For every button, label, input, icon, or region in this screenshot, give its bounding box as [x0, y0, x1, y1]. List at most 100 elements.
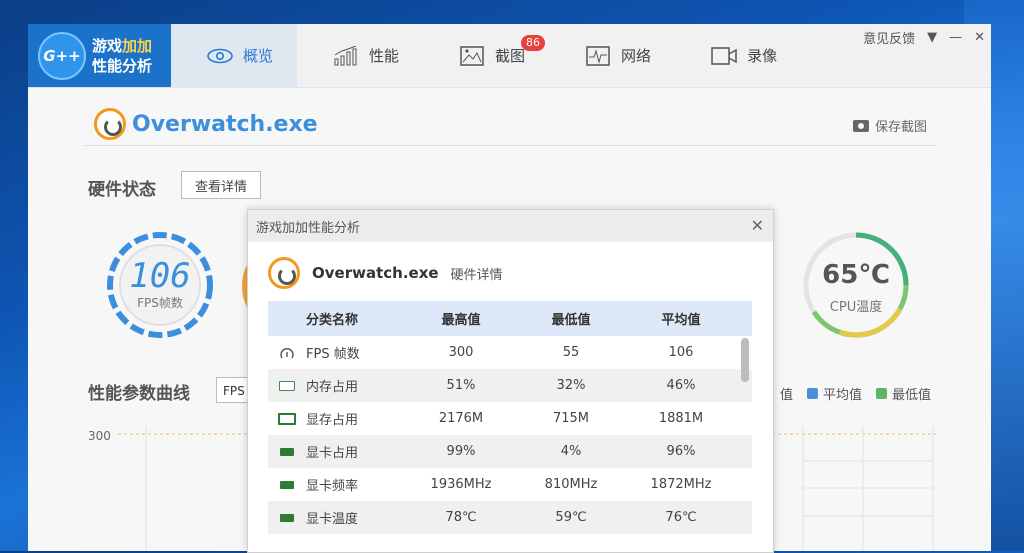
- row-avg: 96%: [666, 444, 696, 459]
- close-button[interactable]: ✕: [974, 30, 985, 45]
- tab-recording[interactable]: 录像: [675, 24, 801, 87]
- tab-label: 网络: [621, 47, 652, 65]
- hardware-status-title: 硬件状态: [88, 180, 156, 200]
- logo-text-line2: 性能分析: [92, 56, 153, 75]
- logo-text-line1-a: 游戏: [92, 36, 123, 55]
- memory-icon: [268, 380, 306, 391]
- logo-badge-icon: G++: [38, 31, 86, 80]
- table-row: 显卡频率 1936MHz 810MHz 1872MHz: [268, 468, 752, 501]
- minimize-button[interactable]: —: [949, 30, 962, 45]
- app-logo: G++ 游戏加加 性能分析: [28, 24, 171, 87]
- header-avg: 平均值: [661, 313, 701, 328]
- gpu-icon: [268, 513, 306, 522]
- tab-screenshots[interactable]: 截图 86: [423, 24, 549, 87]
- hardware-details-table: 分类名称 最高值 最低值 平均值 FPS 帧数 300 55 106 内存占用 …: [268, 301, 752, 534]
- row-category: 内存占用: [306, 380, 359, 395]
- logo-text: 游戏加加 性能分析: [92, 36, 152, 76]
- gpu-icon: [268, 447, 306, 456]
- window-controls: 意见反馈 ▼ — ✕: [851, 28, 985, 47]
- legend-avg-swatch: [807, 388, 819, 399]
- save-screenshot-button[interactable]: 保存截图: [852, 116, 927, 135]
- row-avg: 1881M: [658, 411, 704, 426]
- fps-value: 106: [129, 256, 191, 296]
- table-header: 分类名称 最高值 最低值 平均值: [268, 301, 752, 336]
- dialog-process-name: Overwatch.exe: [312, 264, 439, 282]
- bar-chart-icon: [333, 45, 359, 66]
- row-avg: 46%: [666, 378, 696, 393]
- row-category: 显卡频率: [306, 479, 359, 494]
- dialog-title-bar: 游戏加加性能分析 ✕: [248, 210, 773, 242]
- video-icon: [711, 46, 737, 66]
- legend-avg-label: 平均值: [823, 388, 863, 403]
- row-category: 显卡温度: [306, 512, 359, 527]
- row-max: 99%: [446, 444, 476, 459]
- dialog-close-button[interactable]: ✕: [751, 216, 764, 235]
- row-min: 32%: [556, 378, 586, 393]
- legend-partial-label: 值: [780, 388, 794, 403]
- header-category: 分类名称: [306, 313, 359, 328]
- legend-min-swatch: [876, 388, 888, 399]
- legend-min-label: 最低值: [892, 388, 932, 403]
- tab-performance[interactable]: 性能: [297, 24, 423, 87]
- view-details-button[interactable]: 查看详情: [181, 171, 261, 199]
- tab-network[interactable]: 网络: [549, 24, 675, 87]
- feedback-link[interactable]: 意见反馈: [863, 28, 915, 47]
- overwatch-logo-icon: [268, 257, 300, 289]
- logo-text-line1-b: 加加: [122, 36, 153, 55]
- save-screenshot-label: 保存截图: [874, 120, 927, 135]
- row-min: 4%: [560, 444, 582, 459]
- row-category: FPS 帧数: [306, 347, 360, 362]
- table-row: 显卡温度 78℃ 59℃ 76℃: [268, 501, 752, 534]
- row-max: 78℃: [445, 510, 477, 525]
- row-category: 显存占用: [306, 413, 359, 428]
- process-name: Overwatch.exe: [132, 111, 318, 137]
- cpu-temperature-label: CPU温度: [829, 300, 883, 315]
- dialog-subtitle: 硬件详情: [450, 267, 503, 283]
- row-min: 59℃: [555, 510, 587, 525]
- tab-label: 性能: [369, 47, 400, 65]
- table-row: 内存占用 51% 32% 46%: [268, 369, 752, 402]
- divider: [84, 145, 936, 146]
- row-category: 显卡占用: [306, 446, 359, 461]
- vram-icon: [268, 412, 306, 425]
- header-min: 最低值: [551, 313, 591, 328]
- table-row: 显卡占用 99% 4% 96%: [268, 435, 752, 468]
- cpu-temperature-value: 65℃: [822, 260, 890, 290]
- pulse-icon: [585, 45, 611, 66]
- row-min: 810MHz: [544, 477, 598, 492]
- screenshot-count-badge: 86: [521, 35, 546, 51]
- tab-label: 概览: [243, 47, 274, 65]
- row-min: 715M: [552, 411, 590, 426]
- menu-dropdown-icon[interactable]: ▼: [927, 30, 937, 45]
- chart-ytick-300: 300: [88, 429, 111, 443]
- row-avg: 1872MHz: [650, 477, 712, 492]
- main-tabs: 概览 性能 截图 86 网络 录像: [171, 24, 801, 87]
- eye-icon: [207, 46, 233, 66]
- gauge-icon: [268, 347, 306, 359]
- table-row: FPS 帧数 300 55 106: [268, 336, 752, 369]
- dialog-title: 游戏加加性能分析: [256, 220, 361, 236]
- tab-label: 录像: [747, 47, 778, 65]
- row-avg: 76℃: [665, 510, 697, 525]
- tab-overview[interactable]: 概览: [171, 24, 298, 87]
- image-icon: [459, 45, 485, 66]
- table-row: 显存占用 2176M 715M 1881M: [268, 402, 752, 435]
- row-max: 2176M: [438, 411, 484, 426]
- process-header: Overwatch.exe: [94, 108, 318, 140]
- top-navigation-bar: G++ 游戏加加 性能分析 概览 性能 截图 86 网络 录像 意见反馈 ▼ —…: [28, 24, 991, 88]
- dialog-process-header: Overwatch.exe 硬件详情: [268, 257, 503, 289]
- performance-curve-title: 性能参数曲线: [88, 384, 190, 404]
- gpu-icon: [268, 480, 306, 489]
- camera-icon: [852, 119, 869, 132]
- row-avg: 106: [668, 345, 694, 360]
- row-max: 300: [448, 345, 474, 360]
- tab-label: 截图: [495, 47, 526, 65]
- row-max: 51%: [446, 378, 476, 393]
- table-scrollbar[interactable]: [741, 338, 749, 382]
- hardware-details-dialog: 游戏加加性能分析 ✕ Overwatch.exe 硬件详情 分类名称 最高值 最…: [247, 209, 774, 553]
- chart-legend: 值 平均值 最低值: [780, 384, 931, 403]
- fps-label: FPS帧数: [137, 296, 183, 310]
- row-max: 1936MHz: [430, 477, 492, 492]
- overwatch-logo-icon: [94, 108, 126, 140]
- row-min: 55: [562, 345, 580, 360]
